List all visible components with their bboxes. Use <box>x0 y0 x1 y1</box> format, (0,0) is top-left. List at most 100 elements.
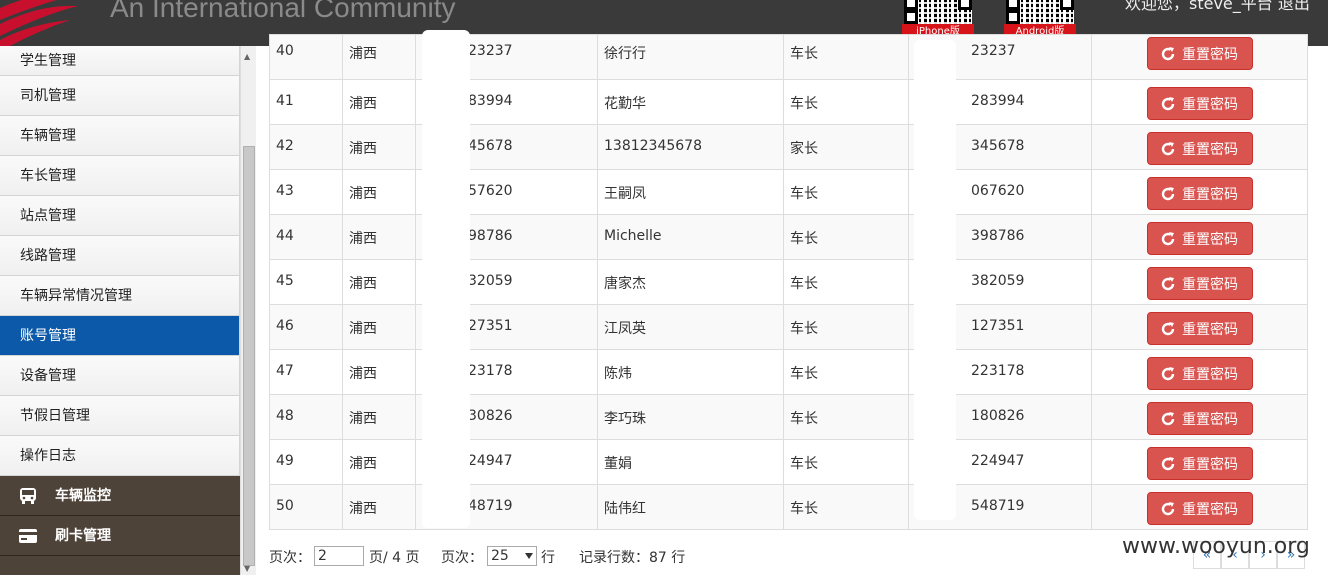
name-cell: 唐家杰 <box>597 259 784 305</box>
row-id-cell: 41 <box>269 79 343 125</box>
action-cell: 重置密码 <box>1091 394 1308 440</box>
refresh-icon <box>1161 276 1175 290</box>
refresh-icon <box>1161 141 1175 155</box>
name-cell: 陆伟红 <box>597 484 784 530</box>
record-count: 记录行数：87 行 <box>579 550 686 566</box>
role-cell: 车长 <box>783 349 909 395</box>
sidebar-item-accounts[interactable]: 账号管理 <box>0 316 240 356</box>
area-cell: 浦西 <box>342 484 416 530</box>
row-id-cell: 43 <box>269 169 343 215</box>
area-cell: 浦西 <box>342 439 416 485</box>
page-size-unit: 行 <box>541 550 555 566</box>
name-cell: Michelle <box>597 214 784 260</box>
refresh-icon <box>1161 46 1175 60</box>
reset-password-label: 重置密码 <box>1182 321 1238 338</box>
sidebar-item-holidays[interactable]: 节假日管理 <box>0 396 240 436</box>
role-cell: 车长 <box>783 484 909 530</box>
page-number-input[interactable]: 2 <box>314 546 364 566</box>
scroll-thumb[interactable] <box>243 146 255 566</box>
scroll-down-arrow-icon[interactable]: ▼ <box>244 564 250 573</box>
name-cell: 李巧珠 <box>597 394 784 440</box>
sidebar-group-card-management[interactable]: 刷卡管理 <box>0 516 240 556</box>
reset-password-button[interactable]: 重置密码 <box>1147 402 1253 435</box>
role-cell: 家长 <box>783 124 909 170</box>
reset-password-label: 重置密码 <box>1182 411 1238 428</box>
scroll-up-arrow-icon[interactable]: ▲ <box>244 52 250 61</box>
role-cell: 车长 <box>783 214 909 260</box>
role-cell: 车长 <box>783 34 909 80</box>
page-size-value: 25 <box>491 548 509 564</box>
redaction-mask <box>914 40 956 520</box>
reset-password-button[interactable]: 重置密码 <box>1147 132 1253 165</box>
row-id-cell: 40 <box>269 34 343 80</box>
reset-password-button[interactable]: 重置密码 <box>1147 37 1253 70</box>
role-cell: 车长 <box>783 304 909 350</box>
reset-password-button[interactable]: 重置密码 <box>1147 447 1253 480</box>
row-id-cell: 46 <box>269 304 343 350</box>
role-cell: 车长 <box>783 439 909 485</box>
refresh-icon <box>1161 411 1175 425</box>
action-cell: 重置密码 <box>1091 439 1308 485</box>
reset-password-button[interactable]: 重置密码 <box>1147 177 1253 210</box>
reset-password-label: 重置密码 <box>1182 366 1238 383</box>
sidebar-group-label: 刷卡管理 <box>55 528 111 544</box>
area-cell: 浦西 <box>342 124 416 170</box>
sidebar-group-vehicle-monitor[interactable]: 车辆监控 <box>0 476 240 516</box>
row-id-cell: 42 <box>269 124 343 170</box>
reset-password-label: 重置密码 <box>1182 46 1238 63</box>
user-welcome[interactable]: 欢迎您，steve_平台 退出 <box>1125 0 1310 14</box>
role-cell: 车长 <box>783 259 909 305</box>
sidebar-item-routes[interactable]: 线路管理 <box>0 236 240 276</box>
name-cell: 陈炜 <box>597 349 784 395</box>
reset-password-button[interactable]: 重置密码 <box>1147 312 1253 345</box>
name-cell: 董娟 <box>597 439 784 485</box>
role-cell: 车长 <box>783 79 909 125</box>
sidebar-item-students[interactable]: 学生管理 <box>0 46 240 76</box>
sidebar-item-stations[interactable]: 站点管理 <box>0 196 240 236</box>
sidebar-item-drivers[interactable]: 司机管理 <box>0 76 240 116</box>
refresh-icon <box>1161 321 1175 335</box>
action-cell: 重置密码 <box>1091 124 1308 170</box>
reset-password-label: 重置密码 <box>1182 276 1238 293</box>
page-size-select[interactable]: 25 <box>487 546 537 566</box>
area-cell: 浦西 <box>342 304 416 350</box>
page-size-label: 页次： <box>441 550 483 566</box>
role-cell: 车长 <box>783 394 909 440</box>
area-cell: 浦西 <box>342 214 416 260</box>
reset-password-button[interactable]: 重置密码 <box>1147 492 1253 525</box>
refresh-icon <box>1161 96 1175 110</box>
refresh-icon <box>1161 501 1175 515</box>
page-total: 页/ 4 页 <box>369 550 420 566</box>
sidebar-item-devices[interactable]: 设备管理 <box>0 356 240 396</box>
sidebar-group-more[interactable] <box>0 556 240 575</box>
sidebar-item-vehicle-exceptions[interactable]: 车辆异常情况管理 <box>0 276 240 316</box>
page-label: 页次： <box>269 550 311 566</box>
name-cell: 花勤华 <box>597 79 784 125</box>
area-cell: 浦西 <box>342 259 416 305</box>
watermark: www.wooyun.org <box>1122 534 1310 559</box>
reset-password-label: 重置密码 <box>1182 456 1238 473</box>
row-id-cell: 45 <box>269 259 343 305</box>
refresh-icon <box>1161 231 1175 245</box>
reset-password-button[interactable]: 重置密码 <box>1147 267 1253 300</box>
action-cell: 重置密码 <box>1091 259 1308 305</box>
reset-password-label: 重置密码 <box>1182 96 1238 113</box>
sidebar-group-label: 车辆监控 <box>55 488 111 504</box>
refresh-icon <box>1161 186 1175 200</box>
action-cell: 重置密码 <box>1091 304 1308 350</box>
sidebar-item-operation-log[interactable]: 操作日志 <box>0 436 240 476</box>
sidebar-item-vehicles[interactable]: 车辆管理 <box>0 116 240 156</box>
action-cell: 重置密码 <box>1091 169 1308 215</box>
reset-password-button[interactable]: 重置密码 <box>1147 357 1253 390</box>
action-cell: 重置密码 <box>1091 214 1308 260</box>
reset-password-button[interactable]: 重置密码 <box>1147 87 1253 120</box>
sidebar-item-captains[interactable]: 车长管理 <box>0 156 240 196</box>
row-id-cell: 49 <box>269 439 343 485</box>
site-title: An International Community <box>110 0 456 23</box>
card-icon <box>19 529 37 543</box>
area-cell: 浦西 <box>342 79 416 125</box>
reset-password-button[interactable]: 重置密码 <box>1147 222 1253 255</box>
refresh-icon <box>1161 366 1175 380</box>
sidebar-scrollbar[interactable]: ▲ ▼ <box>240 46 256 575</box>
row-id-cell: 50 <box>269 484 343 530</box>
